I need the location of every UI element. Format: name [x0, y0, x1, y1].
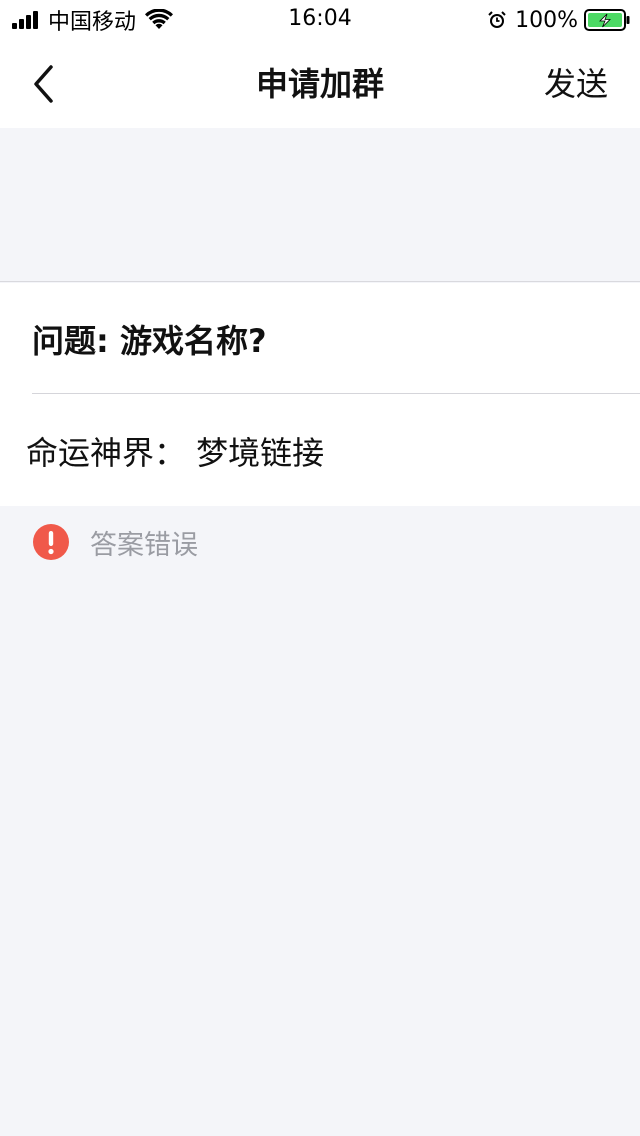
alarm-icon	[488, 11, 506, 28]
status-bar: 中国移动 16:04 100%	[0, 0, 640, 40]
navigation-bar: 申请加群 发送	[0, 40, 640, 128]
send-button[interactable]: 发送	[544, 64, 608, 104]
exclamation-icon	[33, 524, 69, 560]
answer-input[interactable]: 命运神界： 梦境链接	[26, 431, 324, 475]
question-card: 问题: 游戏名称? 命运神界： 梦境链接	[0, 283, 640, 506]
battery-percent: 100%	[515, 7, 578, 33]
battery-icon	[584, 9, 630, 31]
status-right: 100%	[487, 6, 630, 34]
error-text: 答案错误	[90, 529, 198, 561]
error-message: 答案错误	[32, 522, 198, 562]
header-spacer	[0, 128, 640, 282]
question-label: 问题: 游戏名称?	[32, 322, 267, 360]
divider	[32, 393, 640, 394]
